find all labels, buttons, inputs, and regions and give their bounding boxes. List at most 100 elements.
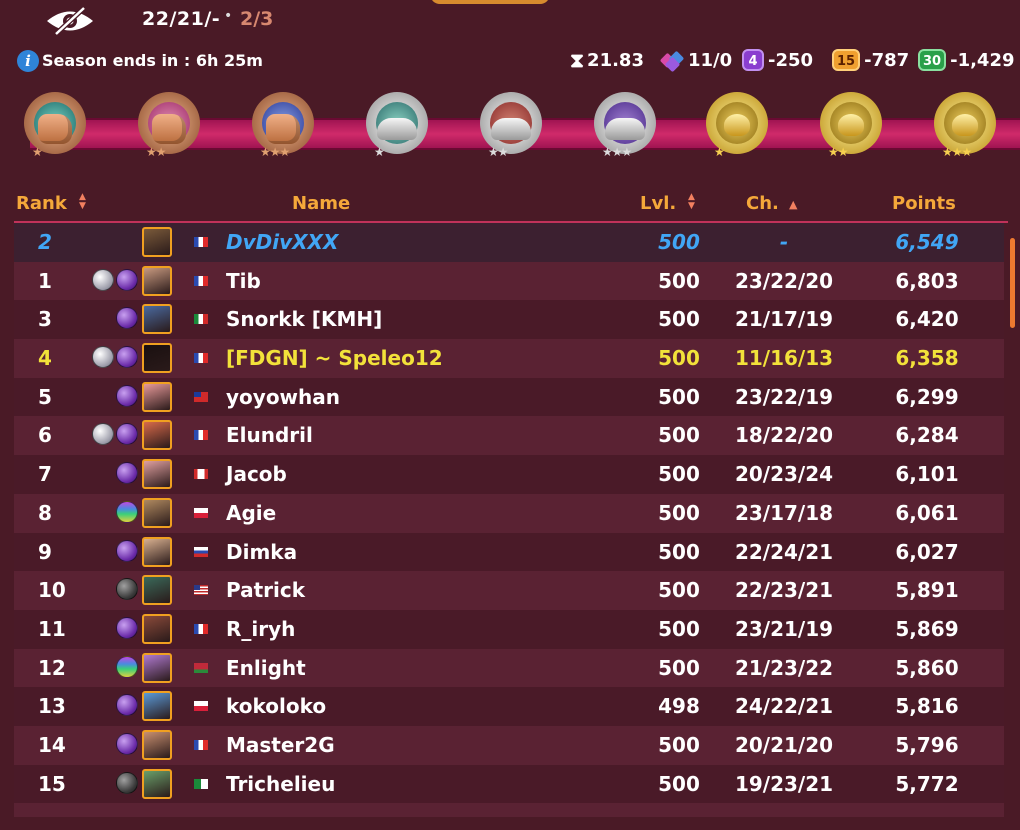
avatar[interactable] — [142, 265, 172, 296]
column-header-rank[interactable]: Rank — [16, 193, 67, 214]
table-row[interactable]: 3 Snorkk [KMH] 500 21/17/19 6,420 — [14, 300, 1004, 340]
row-rank: 1 — [38, 268, 52, 293]
row-challenges: 23/17/18 — [734, 500, 834, 525]
league-badge-bronze-3[interactable]: ★★★ — [246, 86, 322, 166]
row-name[interactable]: Snorkk [KMH] — [226, 300, 382, 338]
row-name[interactable]: Agie — [226, 494, 276, 532]
purple-orb-icon — [116, 616, 138, 639]
table-row[interactable]: 2 DvDivXXX 500 - 6,549 — [14, 223, 1004, 262]
row-level: 500 — [658, 771, 700, 796]
league-badge-bronze-1[interactable]: ★ — [18, 86, 94, 166]
row-achievements — [84, 771, 138, 796]
sort-up-icon[interactable]: ▲ — [789, 198, 797, 211]
row-points: 5,860 — [895, 655, 959, 680]
league-badge-gold-1[interactable]: ★ — [700, 86, 776, 166]
row-rank: 8 — [38, 500, 52, 525]
row-name[interactable]: Patrick — [226, 571, 305, 609]
row-challenges: 21/17/19 — [734, 307, 834, 332]
row-name[interactable]: [FDGN] ~ Speleo12 — [226, 339, 443, 377]
row-points: 6,284 — [895, 423, 959, 448]
top4-badge: 4 — [742, 49, 764, 71]
avatar[interactable] — [142, 691, 172, 722]
top15-badge: 15 — [832, 49, 861, 71]
column-header-challenges[interactable]: Ch. — [746, 193, 779, 214]
table-row[interactable]: 14 Master2G 500 20/21/20 5,796 — [14, 725, 1004, 765]
league-badge-bronze-2[interactable]: ★★ — [132, 86, 208, 166]
avatar[interactable] — [142, 768, 172, 799]
row-level: 500 — [658, 732, 700, 757]
table-row[interactable]: 9 Dimka 500 22/24/21 6,027 — [14, 532, 1004, 572]
table-row[interactable]: 5 yoyowhan 500 23/22/19 6,299 — [14, 377, 1004, 417]
avatar[interactable] — [142, 420, 172, 451]
row-rank: 12 — [38, 655, 66, 680]
league-badge-gold-2[interactable]: ★★ — [814, 86, 890, 166]
flag-icon — [194, 507, 208, 518]
row-achievements — [84, 462, 138, 486]
avatar[interactable] — [142, 227, 172, 257]
table-row[interactable]: 8 Agie 500 23/17/18 6,061 — [14, 493, 1004, 533]
row-name[interactable]: Tib — [226, 262, 261, 300]
avatar[interactable] — [142, 536, 172, 567]
table-row[interactable]: 13 kokoloko 498 24/22/21 5,816 — [14, 687, 1004, 726]
row-name[interactable]: Elundril — [226, 416, 313, 454]
purple-orb-icon — [116, 462, 138, 485]
row-name[interactable]: R_iryh — [226, 610, 295, 648]
table-row[interactable]: 11 R_iryh 500 23/21/19 5,869 — [14, 609, 1004, 649]
avatar[interactable] — [142, 459, 172, 490]
table-row[interactable]: 4 [FDGN] ~ Speleo12 500 11/16/13 6,358 — [14, 339, 1004, 378]
table-row[interactable]: 1 Tib 500 23/22/20 6,803 — [14, 261, 1004, 301]
scrollbar-thumb[interactable] — [1010, 238, 1015, 328]
row-name[interactable]: yoyowhan — [226, 378, 340, 416]
avatar[interactable] — [142, 343, 172, 374]
sort-arrows-icon[interactable]: ▲ ▼ — [79, 193, 86, 211]
column-header-lvl[interactable]: Lvl. — [640, 193, 676, 214]
avatar[interactable] — [142, 652, 172, 683]
avatar[interactable] — [142, 575, 172, 606]
row-level: 500 — [658, 384, 700, 409]
avatar[interactable] — [142, 497, 172, 528]
table-row-partial — [14, 803, 1004, 818]
league-badge-silver-3[interactable]: ★★★ — [588, 86, 664, 166]
row-level: 500 — [658, 655, 700, 680]
avatar[interactable] — [142, 304, 172, 335]
row-level: 500 — [658, 423, 700, 448]
row-name[interactable]: DvDivXXX — [226, 223, 338, 261]
column-header-name[interactable]: Name — [292, 193, 350, 214]
row-name[interactable]: Master2G — [226, 726, 335, 764]
league-badge-gold-3[interactable]: ★★★ — [928, 86, 1004, 166]
row-name[interactable]: Dimka — [226, 533, 297, 571]
row-points: 6,061 — [895, 500, 959, 525]
row-name[interactable]: kokoloko — [226, 687, 326, 725]
avatar[interactable] — [142, 613, 172, 644]
row-name[interactable]: Jacob — [226, 455, 287, 493]
eye-slash-icon[interactable] — [44, 6, 96, 36]
row-points: 5,772 — [895, 771, 959, 796]
row-name[interactable]: Trichelieu — [226, 765, 335, 803]
sort-arrows-icon[interactable]: ▲ ▼ — [688, 193, 695, 211]
table-row[interactable]: 6 Elundril 500 18/22/20 6,284 — [14, 416, 1004, 456]
league-badge-silver-1[interactable]: ★ — [360, 86, 436, 166]
row-rank: 2 — [38, 230, 52, 254]
table-row[interactable]: 15 Trichelieu 500 19/23/21 5,772 — [14, 764, 1004, 804]
silver-orb-icon — [92, 346, 114, 369]
purple-orb-icon — [116, 268, 138, 291]
table-row[interactable]: 12 Enlight 500 21/23/22 5,860 — [14, 648, 1004, 688]
table-row[interactable]: 7 Jacob 500 20/23/24 6,101 — [14, 455, 1004, 494]
row-achievements — [84, 655, 138, 680]
avatar[interactable] — [142, 381, 172, 412]
rainbow-orb-icon — [116, 655, 138, 678]
purple-orb-icon — [116, 694, 138, 717]
silver-orb-icon — [92, 423, 114, 446]
row-level: 500 — [658, 307, 700, 332]
info-icon[interactable]: i — [17, 50, 39, 72]
row-points: 5,816 — [895, 694, 959, 719]
column-header-points[interactable]: Points — [892, 193, 956, 214]
separator-dot: • — [224, 8, 233, 24]
league-badge-silver-2[interactable]: ★★ — [474, 86, 550, 166]
rainbow-orb-icon — [116, 500, 138, 523]
row-name[interactable]: Enlight — [226, 649, 306, 687]
table-row[interactable]: 10 Patrick 500 22/23/21 5,891 — [14, 571, 1004, 610]
row-points: 6,101 — [895, 462, 959, 487]
avatar[interactable] — [142, 729, 172, 760]
row-challenges: 20/21/20 — [734, 732, 834, 757]
